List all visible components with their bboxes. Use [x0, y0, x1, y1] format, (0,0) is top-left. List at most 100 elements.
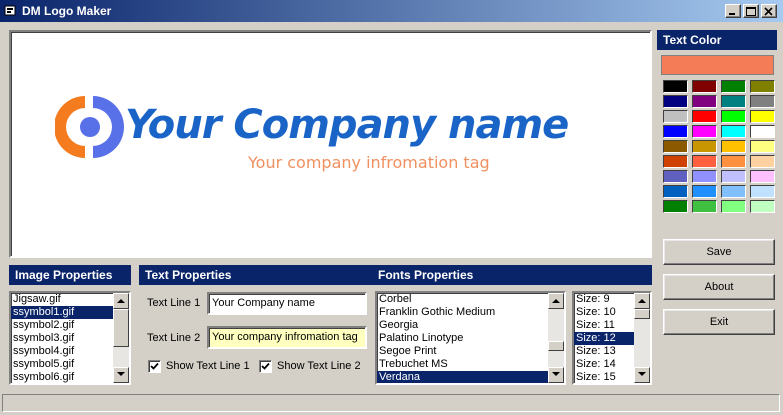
image-list-item[interactable]: ssymbol1.gif [11, 306, 129, 319]
maximize-icon [746, 7, 756, 16]
color-swatch[interactable] [750, 170, 775, 183]
image-list-item[interactable]: ssymbol2.gif [11, 319, 129, 332]
text-fonts-header: Text Properties Fonts Properties [139, 265, 652, 285]
color-swatch[interactable] [663, 185, 688, 198]
color-swatch[interactable] [750, 140, 775, 153]
save-button[interactable]: Save [663, 239, 775, 265]
font-list-item[interactable]: Verdana [377, 371, 564, 383]
color-swatch[interactable] [750, 80, 775, 93]
scroll-thumb[interactable] [113, 309, 129, 347]
text-line1-label: Text Line 1 [147, 297, 201, 309]
font-list-scrollbar[interactable] [548, 293, 564, 383]
image-list-item[interactable]: ssymbol4.gif [11, 345, 129, 358]
color-swatch[interactable] [721, 110, 746, 123]
color-swatch[interactable] [750, 200, 775, 213]
show-line2-checkbox[interactable] [259, 360, 272, 373]
arrow-down-icon [552, 372, 560, 376]
checkmark-icon [261, 362, 270, 370]
scroll-down-button[interactable] [113, 367, 129, 383]
scroll-thumb[interactable] [548, 341, 564, 351]
scroll-up-button[interactable] [548, 293, 564, 309]
font-list-item[interactable]: Palatino Linotype [377, 332, 564, 345]
color-swatch[interactable] [692, 110, 717, 123]
color-swatch[interactable] [692, 185, 717, 198]
checkmark-icon [150, 362, 159, 370]
fonts-properties-header: Fonts Properties [378, 268, 474, 282]
color-swatch[interactable] [692, 140, 717, 153]
font-list-item[interactable]: Segoe Print [377, 345, 564, 358]
scroll-thumb[interactable] [634, 309, 650, 319]
color-swatch[interactable] [663, 125, 688, 138]
exit-button[interactable]: Exit [663, 309, 775, 335]
color-swatch[interactable] [692, 80, 717, 93]
color-swatch[interactable] [692, 155, 717, 168]
color-swatch[interactable] [692, 95, 717, 108]
show-line2-label[interactable]: Show Text Line 2 [277, 360, 361, 372]
image-list[interactable]: Jigsaw.gif ssymbol1.gif ssymbol2.gif ssymbo… [9, 291, 131, 385]
scroll-down-button[interactable] [634, 367, 650, 383]
font-list-item[interactable]: Franklin Gothic Medium [377, 306, 564, 319]
color-swatch[interactable] [692, 200, 717, 213]
arrow-up-icon [552, 299, 560, 303]
color-swatch[interactable] [750, 110, 775, 123]
color-swatch[interactable] [721, 140, 746, 153]
image-list-scrollbar[interactable] [113, 293, 129, 383]
color-swatch[interactable] [721, 185, 746, 198]
size-list-scrollbar[interactable] [634, 293, 650, 383]
color-swatch[interactable] [663, 110, 688, 123]
minimize-icon [729, 13, 735, 15]
show-line1-checkbox[interactable] [148, 360, 161, 373]
app-window: DM Logo Maker Your Company name Your com… [0, 0, 783, 415]
color-swatch[interactable] [721, 155, 746, 168]
color-swatch[interactable] [750, 155, 775, 168]
color-swatch[interactable] [663, 155, 688, 168]
color-swatch[interactable] [663, 140, 688, 153]
close-button[interactable] [761, 4, 777, 18]
scroll-down-button[interactable] [548, 367, 564, 383]
about-button[interactable]: About [663, 274, 775, 300]
font-list[interactable]: Corbel Franklin Gothic Medium Georgia Palat… [375, 291, 566, 385]
minimize-button[interactable] [725, 4, 741, 18]
color-swatch[interactable] [750, 185, 775, 198]
logo-text-line1: Your Company name [125, 102, 569, 148]
color-swatch[interactable] [750, 95, 775, 108]
scroll-up-button[interactable] [113, 293, 129, 309]
text-line2-input[interactable]: Your company infromation tag [207, 326, 367, 349]
image-list-item[interactable]: ssymbol6.gif [11, 371, 129, 383]
arrow-up-icon [117, 299, 125, 303]
color-swatch[interactable] [692, 125, 717, 138]
status-bar [2, 394, 780, 412]
text-properties-header: Text Properties [145, 268, 232, 282]
text-line1-input[interactable]: Your Company name [207, 292, 367, 315]
font-list-item[interactable]: Georgia [377, 319, 564, 332]
image-list-item[interactable]: ssymbol5.gif [11, 358, 129, 371]
color-swatch[interactable] [721, 95, 746, 108]
current-color-preview [661, 55, 774, 75]
color-swatch[interactable] [721, 170, 746, 183]
size-list[interactable]: Size: 9 Size: 10 Size: 11 Size: 12 Size: 13 S… [572, 291, 652, 385]
font-list-item[interactable]: Trebuchet MS [377, 358, 564, 371]
arrow-up-icon [638, 299, 646, 303]
image-list-item[interactable]: ssymbol3.gif [11, 332, 129, 345]
color-swatch[interactable] [721, 200, 746, 213]
close-icon [764, 7, 773, 16]
color-swatch[interactable] [721, 80, 746, 93]
color-swatch[interactable] [721, 125, 746, 138]
color-swatch[interactable] [663, 170, 688, 183]
color-swatch[interactable] [663, 200, 688, 213]
title-bar[interactable]: DM Logo Maker [0, 0, 783, 22]
logo-text-line2: Your company infromation tag [248, 153, 490, 172]
arrow-down-icon [117, 372, 125, 376]
color-swatch[interactable] [663, 95, 688, 108]
text-line2-label: Text Line 2 [147, 332, 201, 344]
color-swatch[interactable] [692, 170, 717, 183]
font-list-item[interactable]: Corbel [377, 293, 564, 306]
show-line1-label[interactable]: Show Text Line 1 [166, 360, 250, 372]
scroll-up-button[interactable] [634, 293, 650, 309]
window-title: DM Logo Maker [22, 4, 112, 18]
image-list-item[interactable]: Jigsaw.gif [11, 293, 129, 306]
color-swatch[interactable] [750, 125, 775, 138]
maximize-button[interactable] [743, 4, 759, 18]
logo-symbol-icon [55, 96, 124, 158]
color-swatch[interactable] [663, 80, 688, 93]
